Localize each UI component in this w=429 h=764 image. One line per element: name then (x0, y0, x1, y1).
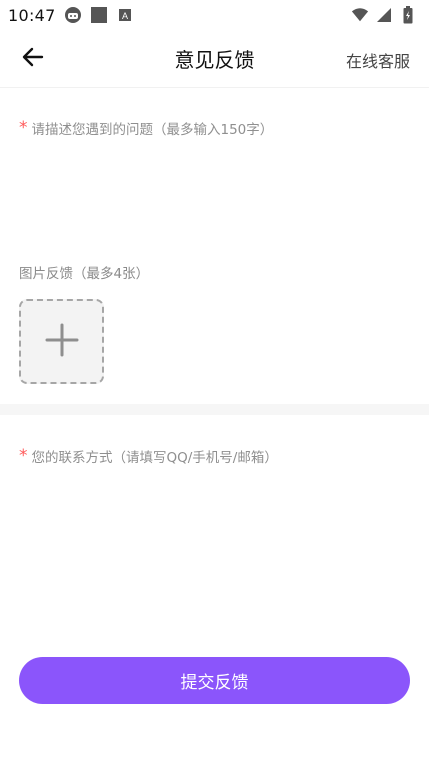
status-left: 10:47 A (8, 6, 134, 25)
status-bar: 10:47 A (0, 0, 429, 30)
online-service-link[interactable]: 在线客服 (346, 48, 410, 72)
submit-feedback-button[interactable]: 提交反馈 (19, 657, 410, 704)
cellular-signal-icon (375, 6, 393, 24)
svg-text:A: A (122, 11, 128, 21)
status-right (351, 6, 417, 24)
contact-input[interactable] (19, 470, 409, 620)
description-placeholder-text: 请描述您遇到的问题（最多输入150字） (31, 122, 274, 138)
android-robot-icon (64, 6, 82, 24)
required-mark: * (19, 445, 28, 466)
image-feedback-label: 图片反馈（最多4张） (19, 266, 150, 282)
back-button[interactable] (18, 46, 48, 72)
status-time: 10:47 (8, 5, 56, 25)
description-label: * 请描述您遇到的问题（最多输入150字） (19, 118, 273, 138)
wifi-icon (351, 6, 369, 24)
header-bar: 意见反馈 在线客服 (0, 30, 429, 88)
contact-placeholder-text: 您的联系方式（请填写QQ/手机号/邮箱） (31, 450, 278, 466)
required-mark: * (19, 117, 28, 138)
description-textarea[interactable] (19, 142, 409, 252)
battery-icon (399, 6, 417, 24)
text-app-icon: A (116, 6, 134, 24)
plus-icon (44, 322, 80, 362)
arrow-left-icon (22, 47, 44, 71)
contact-label: * 您的联系方式（请填写QQ/手机号/邮箱） (19, 446, 278, 466)
add-image-button[interactable] (19, 299, 104, 384)
section-divider (0, 404, 429, 415)
square-notification-icon (90, 6, 108, 24)
